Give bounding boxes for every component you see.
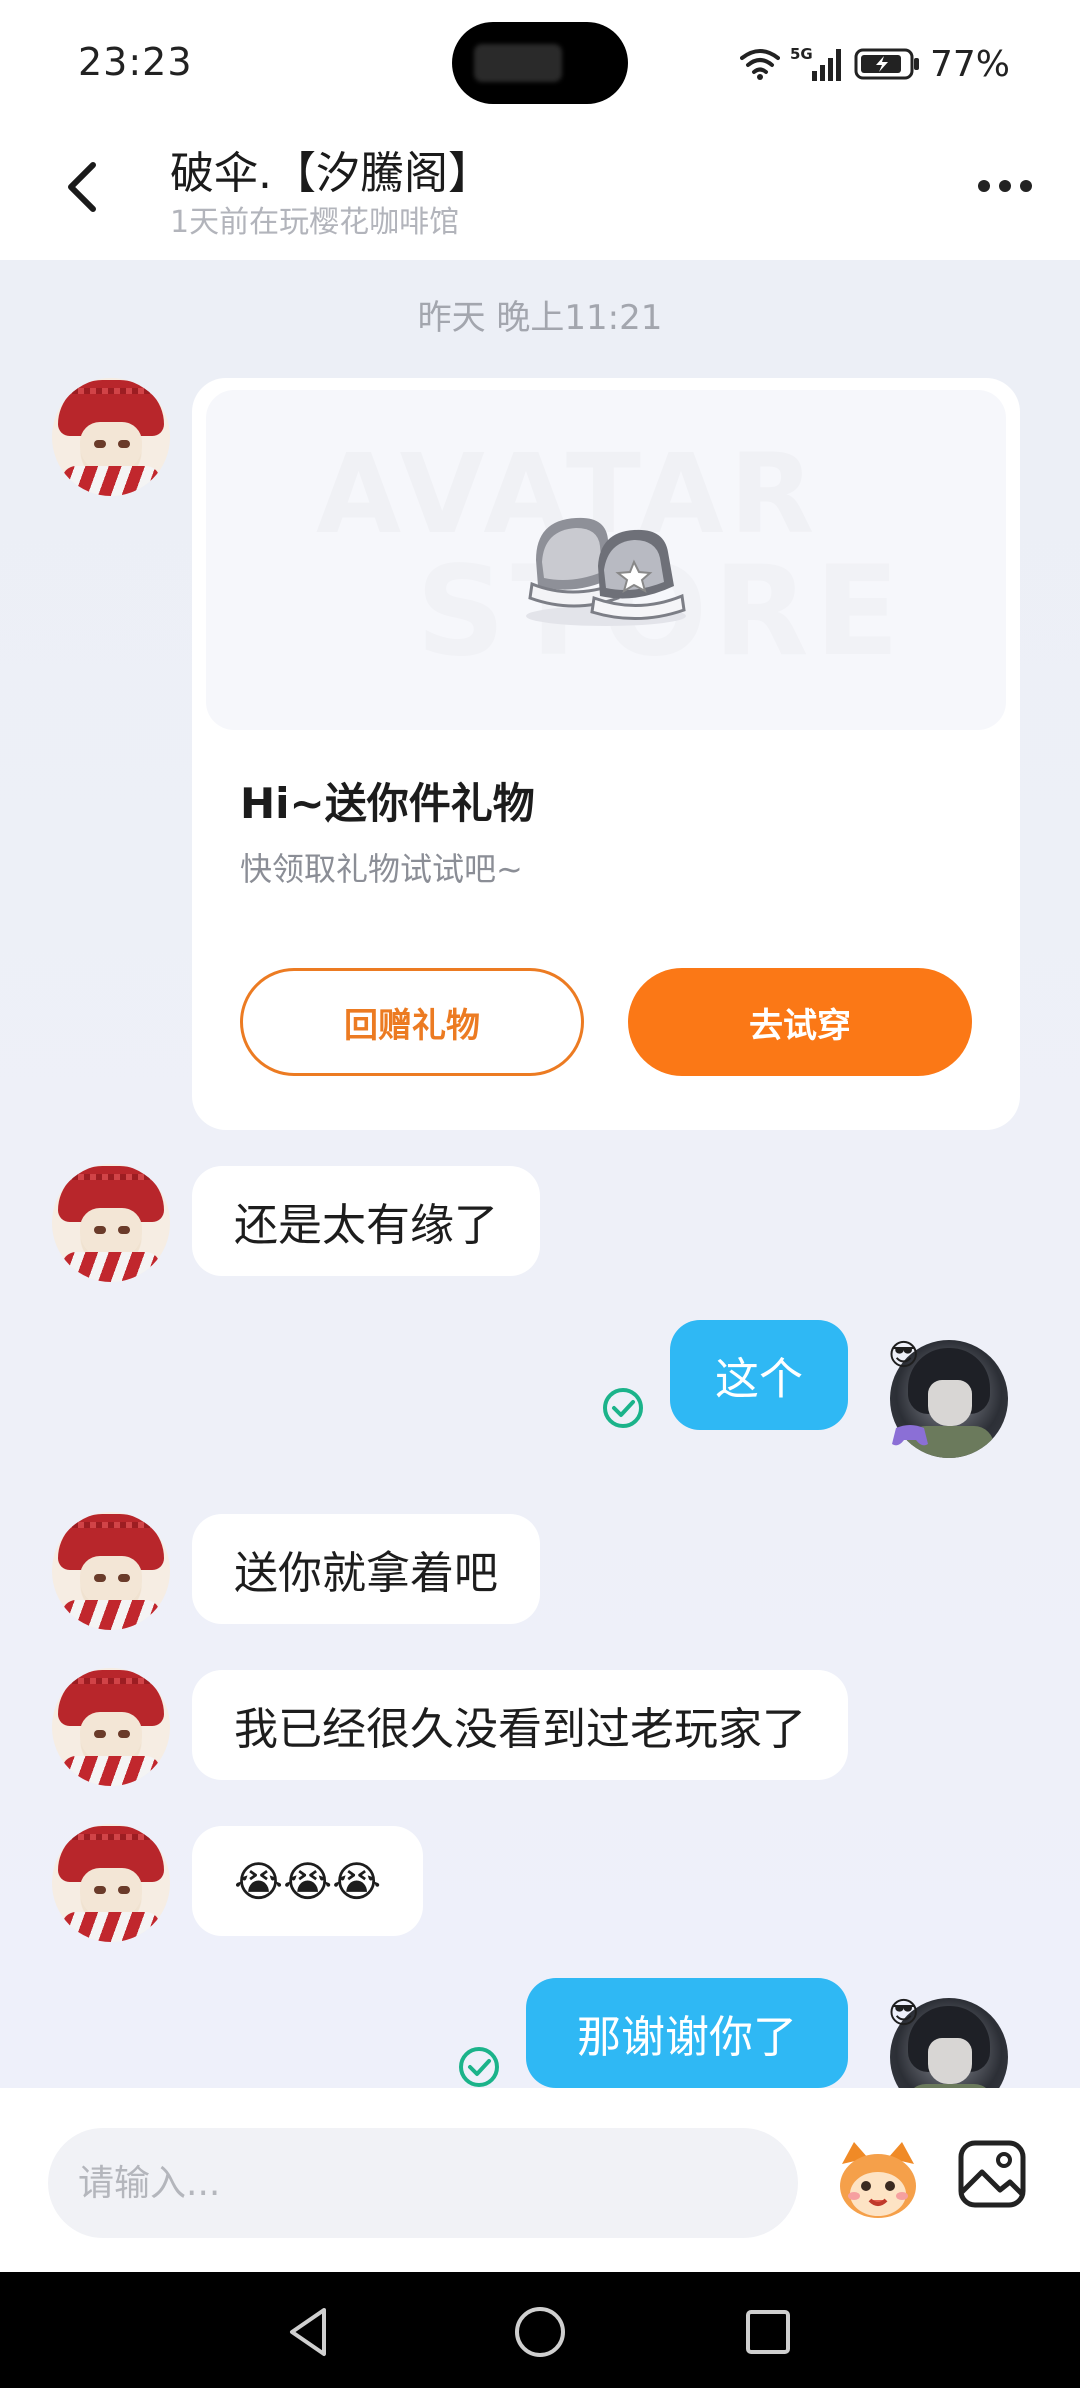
status-icons: 5G 77% bbox=[739, 40, 1010, 88]
shoes-icon bbox=[526, 517, 686, 626]
battery-icon bbox=[854, 48, 919, 80]
image-button[interactable] bbox=[956, 2138, 1028, 2210]
back-button[interactable] bbox=[50, 155, 114, 219]
contact-avatar[interactable] bbox=[52, 1164, 170, 1282]
contact-avatar[interactable] bbox=[52, 378, 170, 496]
gamepad-icon bbox=[892, 1425, 928, 1446]
chat-message-list[interactable]: 昨天 晚上11:21 AVATAR STORE Hi~送你件礼物 快领取礼物试试… bbox=[0, 260, 1080, 2088]
nav-back-button[interactable] bbox=[280, 2302, 340, 2362]
status-time: 23:23 bbox=[78, 40, 193, 84]
gift-card[interactable]: AVATAR STORE Hi~送你件礼物 快领取礼物试试吧~ 回赠礼物 去试穿 bbox=[192, 378, 1020, 1130]
try-on-button[interactable]: 去试穿 bbox=[628, 968, 972, 1076]
message-input[interactable] bbox=[48, 2128, 798, 2238]
nav-recents-button[interactable] bbox=[738, 2302, 798, 2362]
camera-cutout bbox=[452, 22, 628, 104]
message-timestamp: 昨天 晚上11:21 bbox=[417, 298, 663, 338]
message-input-bar bbox=[0, 2088, 1080, 2272]
more-options-button[interactable] bbox=[970, 161, 1040, 211]
chat-title[interactable]: 破伞.【汐騰阁】 bbox=[170, 137, 492, 201]
system-navigation-bar bbox=[0, 2272, 1080, 2388]
message-bubble-received[interactable]: 还是太有缘了 bbox=[192, 1166, 540, 1276]
contact-avatar[interactable] bbox=[52, 1512, 170, 1630]
status-bar: 23:23 5G 77% bbox=[0, 0, 1080, 125]
chat-header: 破伞.【汐騰阁】 1天前在玩樱花咖啡馆 bbox=[0, 125, 1080, 260]
message-bubble-received[interactable]: 😭😭😭 bbox=[192, 1826, 424, 1936]
message-bubble-sent[interactable]: 这个 bbox=[670, 1320, 848, 1430]
message-bubble-sent[interactable]: 那谢谢你了 bbox=[526, 1978, 848, 2088]
wifi-icon bbox=[739, 49, 780, 80]
chat-subtitle: 1天前在玩樱花咖啡馆 bbox=[170, 205, 460, 240]
message-bubble-received[interactable]: 送你就拿着吧 bbox=[192, 1514, 540, 1624]
sunglasses-emoji-badge: 😎 bbox=[888, 1996, 920, 2031]
gift-preview-image[interactable]: AVATAR STORE bbox=[206, 390, 1006, 730]
sticker-face-icon bbox=[840, 2142, 916, 2218]
cellular-signal-icon: 5G bbox=[790, 45, 841, 81]
network-label: 5G bbox=[790, 45, 813, 63]
more-dots-icon bbox=[978, 180, 990, 192]
battery-percentage: 77% bbox=[929, 43, 1010, 85]
sticker-button[interactable] bbox=[832, 2134, 924, 2226]
nav-home-button[interactable] bbox=[510, 2302, 570, 2362]
check-circle-icon bbox=[603, 1388, 643, 1428]
contact-avatar[interactable] bbox=[52, 1668, 170, 1786]
gift-subtitle: 快领取礼物试试吧~ bbox=[240, 850, 523, 888]
contact-avatar[interactable] bbox=[52, 1824, 170, 1942]
sunglasses-emoji-badge: 😎 bbox=[888, 1338, 920, 1373]
image-icon bbox=[958, 2140, 1026, 2208]
chevron-left-icon bbox=[68, 162, 96, 212]
message-bubble-received[interactable]: 我已经很久没看到过老玩家了 bbox=[192, 1670, 848, 1780]
gift-title: Hi~送你件礼物 bbox=[240, 779, 535, 828]
check-circle-icon bbox=[459, 2047, 499, 2087]
return-gift-button[interactable]: 回赠礼物 bbox=[240, 968, 584, 1076]
